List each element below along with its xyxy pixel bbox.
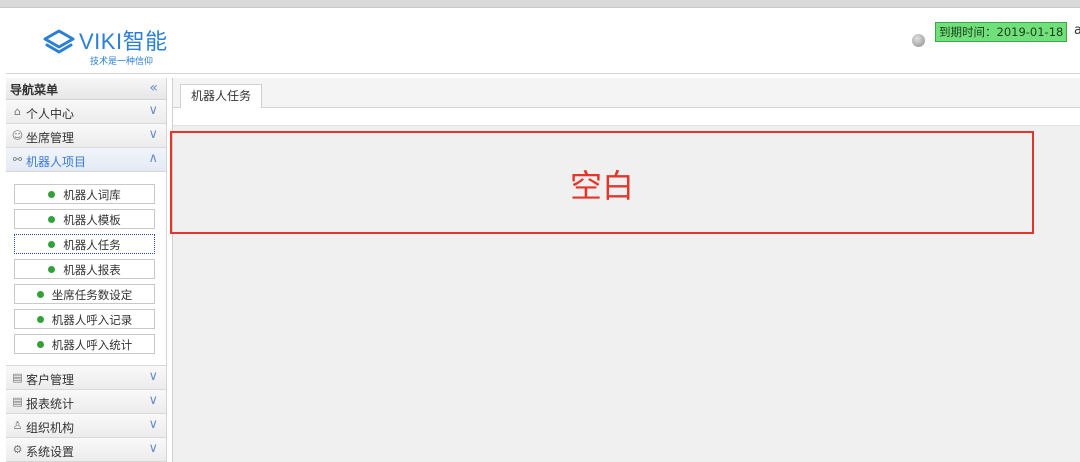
sidebar-title: 导航菜单 (10, 83, 59, 97)
submenu-item-agent-task-setting[interactable]: 坐席任务数设定 (14, 284, 155, 304)
browser-top-strip (0, 0, 1080, 8)
empty-placeholder-text: 空白 (569, 167, 634, 205)
submenu-item-robot-report[interactable]: 机器人报表 (14, 259, 155, 279)
logo-layers-icon (43, 29, 75, 54)
bullet-icon (36, 341, 44, 348)
bullet-icon (48, 266, 56, 273)
user-name[interactable]: a (1074, 23, 1080, 38)
menu-label: 组织机构 (26, 421, 75, 435)
tab-bar: 机器人任务 (173, 78, 1080, 109)
menu-agent-management[interactable]: ☺ 坐席管理 ∨ (6, 124, 166, 148)
empty-placeholder-box: 空白 (170, 131, 1034, 234)
org-icon: ♙ (12, 419, 23, 432)
submenu-label: 机器人呼入统计 (51, 338, 133, 352)
bullet-icon (36, 291, 44, 298)
submenu-item-inbound-stats[interactable]: 机器人呼入统计 (14, 334, 155, 354)
chevron-down-icon: ∨ (148, 393, 158, 408)
menu-system-settings[interactable]: ⚙ 系统设置 ∨ (6, 438, 166, 462)
status-indicator-icon (912, 34, 925, 47)
chevron-down-icon: ∨ (148, 369, 158, 384)
menu-label: 坐席管理 (26, 131, 75, 145)
menu-label: 客户管理 (26, 373, 75, 387)
collapse-sidebar-icon[interactable]: « (149, 80, 158, 96)
expire-date-badge: 到期时间：2019-01-18 (935, 22, 1068, 42)
menu-label: 个人中心 (26, 107, 75, 121)
menu-label: 报表统计 (26, 397, 75, 411)
home-icon: ⌂ (14, 105, 21, 118)
user-icon: ☺ (11, 129, 24, 142)
bullet-icon (48, 191, 56, 198)
menu-label: 机器人项目 (26, 155, 87, 169)
robot-project-submenu: 机器人词库 机器人模板 机器人任务 机器人报表 坐席任务数设定 机器人呼入记录 … (6, 172, 166, 366)
chevron-down-icon: ∨ (148, 103, 158, 118)
menu-personal-center[interactable]: ⌂ 个人中心 ∨ (6, 100, 166, 124)
sidebar: 导航菜单 « ⌂ 个人中心 ∨ ☺ 坐席管理 ∨ ⚯ 机器人项目 ∧ 机器人词库… (6, 78, 167, 462)
chevron-up-icon: ∧ (148, 151, 158, 166)
submenu-item-robot-lexicon[interactable]: 机器人词库 (14, 184, 155, 204)
submenu-label: 机器人模板 (63, 213, 121, 227)
submenu-item-robot-task[interactable]: 机器人任务 (14, 234, 155, 254)
bullet-icon (36, 316, 44, 323)
submenu-label: 机器人呼入记录 (51, 313, 133, 327)
submenu-item-inbound-records[interactable]: 机器人呼入记录 (14, 309, 155, 329)
menu-label: 系统设置 (26, 445, 75, 459)
logo-slogan: 技术是一种信仰 (90, 57, 154, 67)
menu-customer-management[interactable]: ▤ 客户管理 ∨ (6, 366, 166, 390)
users-icon: ⚯ (12, 153, 23, 166)
bullet-icon (48, 216, 56, 223)
tab-content-header (173, 108, 1080, 126)
settings-icon: ⚙ (12, 443, 23, 456)
logo-title: VIKI智能 (79, 29, 168, 54)
chevron-down-icon: ∨ (148, 417, 158, 432)
chevron-down-icon: ∨ (148, 441, 158, 456)
submenu-label: 坐席任务数设定 (51, 288, 133, 302)
submenu-item-robot-template[interactable]: 机器人模板 (14, 209, 155, 229)
customer-icon: ▤ (12, 371, 23, 384)
tab-robot-task[interactable]: 机器人任务 (180, 84, 263, 109)
report-icon: ▤ (12, 395, 23, 408)
chevron-down-icon: ∨ (148, 127, 158, 142)
menu-robot-project[interactable]: ⚯ 机器人项目 ∧ (6, 148, 166, 172)
menu-report-statistics[interactable]: ▤ 报表统计 ∨ (6, 390, 166, 414)
submenu-label: 机器人任务 (63, 238, 121, 252)
bullet-icon (48, 241, 56, 248)
logo: VIKI智能 技术是一种信仰 (42, 22, 182, 67)
menu-organization[interactable]: ♙ 组织机构 ∨ (6, 414, 166, 438)
sidebar-header: 导航菜单 « (6, 78, 166, 100)
submenu-label: 机器人报表 (63, 263, 121, 277)
app-header: VIKI智能 技术是一种信仰 (6, 8, 1080, 74)
submenu-label: 机器人词库 (63, 188, 121, 202)
